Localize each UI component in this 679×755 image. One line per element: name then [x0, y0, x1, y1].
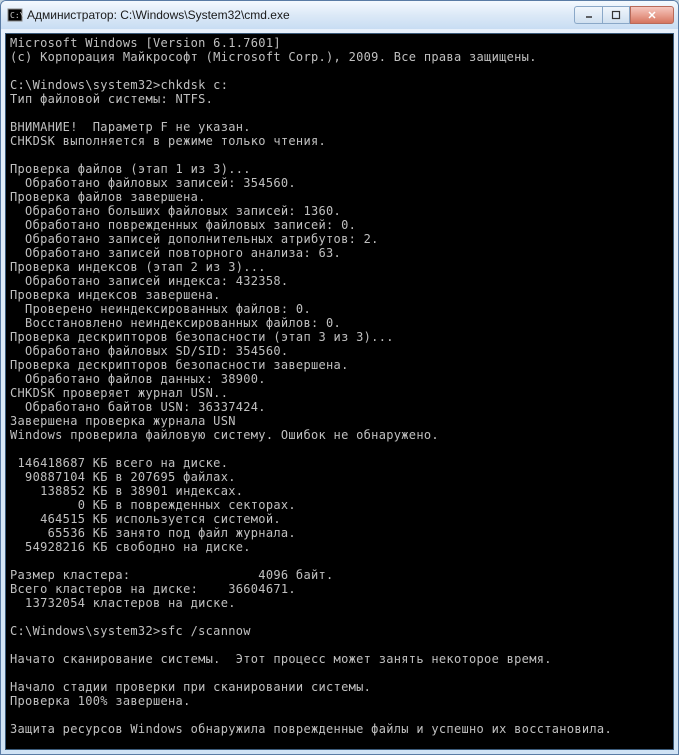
window-controls [574, 6, 674, 24]
console-line: Завершена проверка журнала USN [10, 414, 669, 428]
console-line: ВНИМАНИЕ! Параметр F не указан. [10, 120, 669, 134]
console-line: Проверено неиндексированных файлов: 0. [10, 302, 669, 316]
console-line [10, 106, 669, 120]
console-line: Начато сканирование системы. Этот процес… [10, 652, 669, 666]
maximize-button[interactable] [602, 6, 630, 24]
cmd-window: C:\ Администратор: C:\Windows\System32\c… [0, 0, 679, 755]
console-line [10, 638, 669, 652]
titlebar[interactable]: C:\ Администратор: C:\Windows\System32\c… [1, 1, 678, 29]
console-line: Проверка 100% завершена. [10, 694, 669, 708]
console-line: Размер кластера: 4096 байт. [10, 568, 669, 582]
console-line: CHKDSK проверяет журнал USN.. [10, 386, 669, 400]
console-line: 464515 КБ используется системой. [10, 512, 669, 526]
cmd-icon: C:\ [7, 7, 23, 23]
console-line [10, 554, 669, 568]
console-line: Всего кластеров на диске: 36604671. [10, 582, 669, 596]
minimize-button[interactable] [574, 6, 602, 24]
console-line [10, 610, 669, 624]
console-line: Восстановлено неиндексированных файлов: … [10, 316, 669, 330]
console-line: Тип файловой системы: NTFS. [10, 92, 669, 106]
console-line: Обработано файловых SD/SID: 354560. [10, 344, 669, 358]
console-line [10, 148, 669, 162]
console-line [10, 666, 669, 680]
console-line: Проверка файлов (этап 1 из 3)... [10, 162, 669, 176]
console-line: 138852 КБ в 38901 индексах. [10, 484, 669, 498]
console-line: Начало стадии проверки при сканировании … [10, 680, 669, 694]
console-line: 65536 КБ занято под файл журнала. [10, 526, 669, 540]
console-line: Windows проверила файловую систему. Ошиб… [10, 428, 669, 442]
console-line: CHKDSK выполняется в режиме только чтени… [10, 134, 669, 148]
window-title: Администратор: C:\Windows\System32\cmd.e… [27, 8, 574, 22]
console-line: Проверка файлов завершена. [10, 190, 669, 204]
console-line: Обработано больших файловых записей: 136… [10, 204, 669, 218]
console-line: 13732054 кластеров на диске. [10, 596, 669, 610]
console-line: C:\Windows\system32>chkdsk c: [10, 78, 669, 92]
svg-text:C:\: C:\ [10, 11, 23, 20]
console-line: Проверка индексов (этап 2 из 3)... [10, 260, 669, 274]
console-line: Microsoft Windows [Version 6.1.7601] [10, 36, 669, 50]
console-output: Microsoft Windows [Version 6.1.7601](c) … [10, 36, 669, 750]
console-line [10, 736, 669, 750]
console-line [10, 64, 669, 78]
console-line: Обработано поврежденных файловых записей… [10, 218, 669, 232]
console-line: 90887104 КБ в 207695 файлах. [10, 470, 669, 484]
console-line [10, 708, 669, 722]
console-area[interactable]: Microsoft Windows [Version 6.1.7601](c) … [5, 33, 674, 750]
console-line: Обработано записей повторного анализа: 6… [10, 246, 669, 260]
close-button[interactable] [630, 6, 674, 24]
console-line: Обработано записей индекса: 432358. [10, 274, 669, 288]
console-line: Обработано байтов USN: 36337424. [10, 400, 669, 414]
console-line: (c) Корпорация Майкрософт (Microsoft Cor… [10, 50, 669, 64]
console-line: Проверка индексов завершена. [10, 288, 669, 302]
console-line: Обработано файловых записей: 354560. [10, 176, 669, 190]
console-line: Обработано записей дополнительных атрибу… [10, 232, 669, 246]
console-line: Проверка дескрипторов безопасности (этап… [10, 330, 669, 344]
console-line: Проверка дескрипторов безопасности завер… [10, 358, 669, 372]
console-line: Защита ресурсов Windows обнаружила повре… [10, 722, 669, 736]
console-line [10, 442, 669, 456]
console-line: 54928216 КБ свободно на диске. [10, 540, 669, 554]
console-line: 0 КБ в поврежденных секторах. [10, 498, 669, 512]
console-line: 146418687 КБ всего на диске. [10, 456, 669, 470]
console-line: C:\Windows\system32>sfc /scannow [10, 624, 669, 638]
console-line: Обработано файлов данных: 38900. [10, 372, 669, 386]
